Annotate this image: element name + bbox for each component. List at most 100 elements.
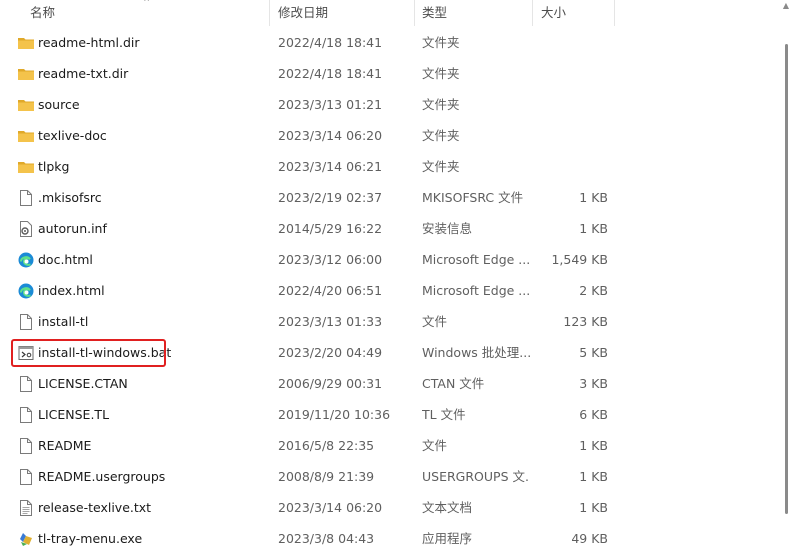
file-row[interactable]: tlpkg 2023/3/14 06:21 文件夹 [0, 151, 776, 182]
file-type: 文件夹 [422, 66, 460, 81]
file-row[interactable]: LICENSE.TL 2019/11/20 10:36 TL 文件 6 KB [0, 399, 776, 430]
file-modified-date: 2023/3/13 01:33 [278, 314, 383, 329]
file-modified-date: 2022/4/20 06:51 [278, 283, 383, 298]
text-file-icon [17, 499, 35, 517]
file-size: 1,549 KB [551, 252, 608, 267]
file-name[interactable]: .mkisofsrc [38, 182, 102, 213]
scroll-thumb[interactable] [785, 44, 788, 514]
column-header-type[interactable]: 类型 [415, 0, 533, 26]
file-size: 123 KB [563, 314, 608, 329]
file-name[interactable]: readme-html.dir [38, 27, 140, 58]
file-size: 1 KB [579, 469, 608, 484]
scroll-up-icon[interactable]: ▲ [782, 2, 790, 10]
file-row[interactable]: doc.html 2023/3/12 06:00 Microsoft Edge ..… [0, 244, 776, 275]
folder-icon [17, 96, 35, 114]
file-name[interactable]: tl-tray-menu.exe [38, 523, 142, 554]
file-type: MKISOFSRC 文件 [422, 190, 524, 205]
folder-icon [17, 65, 35, 83]
file-type: 文件夹 [422, 128, 460, 143]
file-modified-date: 2019/11/20 10:36 [278, 407, 391, 422]
file-name[interactable]: texlive-doc [38, 120, 107, 151]
file-type: Microsoft Edge ... [422, 252, 530, 267]
column-header-size[interactable]: 大小 [533, 0, 615, 26]
column-header-name[interactable]: 名称 [0, 0, 270, 26]
file-name[interactable]: LICENSE.TL [38, 399, 109, 430]
file-size: 49 KB [571, 531, 608, 546]
file-modified-date: 2022/4/18 18:41 [278, 66, 383, 81]
file-row[interactable]: install-tl 2023/3/13 01:33 文件 123 KB [0, 306, 776, 337]
file-row[interactable]: README.usergroups 2008/8/9 21:39 USERGROUP… [0, 461, 776, 492]
file-name[interactable]: LICENSE.CTAN [38, 368, 128, 399]
file-modified-date: 2023/2/19 02:37 [278, 190, 383, 205]
file-icon [17, 375, 35, 393]
file-size: 1 KB [579, 221, 608, 236]
file-row[interactable]: index.html 2022/4/20 06:51 Microsoft Edge … [0, 275, 776, 306]
folder-icon [17, 127, 35, 145]
file-modified-date: 2008/8/9 21:39 [278, 469, 375, 484]
file-icon [17, 468, 35, 486]
file-type: CTAN 文件 [422, 376, 485, 391]
file-modified-date: 2022/4/18 18:41 [278, 35, 383, 50]
file-modified-date: 2006/9/29 00:31 [278, 376, 383, 391]
file-row[interactable]: LICENSE.CTAN 2006/9/29 00:31 CTAN 文件 3 KB [0, 368, 776, 399]
file-modified-date: 2023/3/8 04:43 [278, 531, 375, 546]
file-size: 3 KB [579, 376, 608, 391]
file-icon [17, 189, 35, 207]
file-icon [17, 437, 35, 455]
file-type: 应用程序 [422, 531, 473, 546]
file-name[interactable]: readme-txt.dir [38, 58, 128, 89]
file-icon [17, 406, 35, 424]
file-type: 文件夹 [422, 97, 460, 112]
file-row[interactable]: release-texlive.txt 2023/3/14 06:20 文本文档 1 … [0, 492, 776, 523]
column-header-bar: ⌃ 名称 修改日期 类型 大小 [0, 0, 776, 26]
file-name[interactable]: install-tl [38, 306, 88, 337]
file-type: TL 文件 [422, 407, 466, 422]
folder-icon [17, 34, 35, 52]
file-modified-date: 2023/3/14 06:20 [278, 128, 383, 143]
column-header-date[interactable]: 修改日期 [270, 0, 415, 26]
file-row[interactable]: autorun.inf 2014/5/29 16:22 安装信息 1 KB [0, 213, 776, 244]
file-modified-date: 2023/3/12 06:00 [278, 252, 383, 267]
file-type: 文件夹 [422, 159, 460, 174]
file-size: 1 KB [579, 500, 608, 515]
file-row[interactable]: .mkisofsrc 2023/2/19 02:37 MKISOFSRC 文件 1 K… [0, 182, 776, 213]
folder-icon [17, 158, 35, 176]
setup-info-icon [17, 220, 35, 238]
file-type: Windows 批处理... [422, 345, 530, 360]
file-type: Microsoft Edge ... [422, 283, 530, 298]
file-name[interactable]: autorun.inf [38, 213, 107, 244]
file-modified-date: 2023/2/20 04:49 [278, 345, 383, 360]
file-modified-date: 2023/3/14 06:21 [278, 159, 383, 174]
file-row[interactable]: readme-txt.dir 2022/4/18 18:41 文件夹 [0, 58, 776, 89]
file-row[interactable]: tl-tray-menu.exe 2023/3/8 04:43 应用程序 49 KB [0, 523, 776, 554]
file-modified-date: 2023/3/13 01:21 [278, 97, 383, 112]
file-size: 5 KB [579, 345, 608, 360]
highlight-box [11, 339, 166, 367]
file-name[interactable]: doc.html [38, 244, 93, 275]
file-size: 1 KB [579, 190, 608, 205]
vertical-scrollbar[interactable]: ▲ [777, 0, 795, 552]
file-name[interactable]: README.usergroups [38, 461, 165, 492]
file-modified-date: 2023/3/14 06:20 [278, 500, 383, 515]
file-name[interactable]: README [38, 430, 91, 461]
file-size: 6 KB [579, 407, 608, 422]
edge-icon [17, 251, 35, 269]
file-size: 2 KB [579, 283, 608, 298]
edge-icon [17, 282, 35, 300]
file-name[interactable]: tlpkg [38, 151, 69, 182]
file-icon [17, 313, 35, 331]
file-type: 文件 [422, 438, 448, 453]
file-modified-date: 2014/5/29 16:22 [278, 221, 383, 236]
file-type: 文本文档 [422, 500, 473, 515]
file-name[interactable]: source [38, 89, 80, 120]
file-row[interactable]: readme-html.dir 2022/4/18 18:41 文件夹 [0, 27, 776, 58]
file-type: 文件夹 [422, 35, 460, 50]
file-row[interactable]: source 2023/3/13 01:21 文件夹 [0, 89, 776, 120]
file-name[interactable]: release-texlive.txt [38, 492, 151, 523]
file-row[interactable]: README 2016/5/8 22:35 文件 1 KB [0, 430, 776, 461]
file-modified-date: 2016/5/8 22:35 [278, 438, 375, 453]
file-name[interactable]: index.html [38, 275, 105, 306]
file-type: 安装信息 [422, 221, 473, 236]
exe-icon [17, 530, 35, 548]
file-row[interactable]: texlive-doc 2023/3/14 06:20 文件夹 [0, 120, 776, 151]
